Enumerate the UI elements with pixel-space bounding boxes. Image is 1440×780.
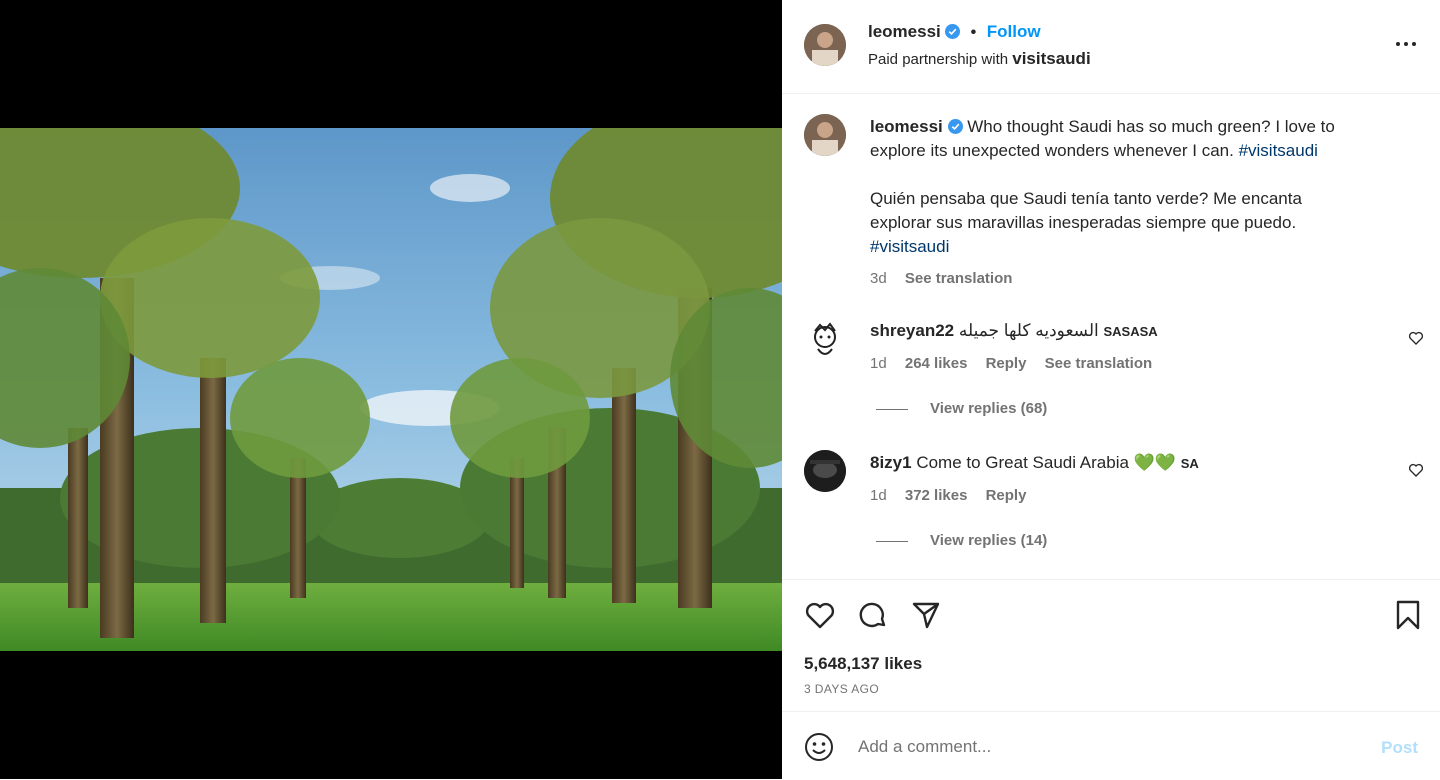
post-actions: 5,648,137 likes 3 DAYS AGO (782, 579, 1440, 712)
comment-text: Come to Great Saudi Arabia (916, 453, 1129, 472)
reply-button[interactable]: Reply (986, 355, 1027, 372)
comment-input[interactable] (856, 730, 1360, 764)
caption: leomessi Who thought Saudi has so much g… (870, 115, 1410, 291)
separator-dot: • (970, 24, 977, 41)
partnership-prefix: Paid partnership with (868, 51, 1009, 68)
palm-grove-image (0, 128, 782, 651)
post-media[interactable] (0, 0, 782, 779)
author-avatar[interactable] (804, 24, 846, 66)
comment-username[interactable]: shreyan22 (870, 321, 954, 340)
partner-link[interactable]: visitsaudi (1012, 49, 1090, 68)
comment-like-icon[interactable] (1408, 330, 1424, 346)
caption-es-line1: Quién pensaba que Saudi tenía tanto verd… (870, 189, 1302, 208)
caption-hashtag[interactable]: #visitsaudi (1239, 141, 1318, 160)
post-detail-panel: leomessi • Follow Paid partnership with … (782, 0, 1440, 779)
comment-icon[interactable] (857, 599, 889, 631)
view-replies-button[interactable]: View replies (14) (876, 532, 1047, 549)
caption-avatar[interactable] (804, 114, 846, 156)
comment-composer: Post (782, 711, 1440, 780)
view-replies-label[interactable]: View replies (68) (930, 400, 1047, 417)
comment-see-translation[interactable]: See translation (1045, 355, 1153, 372)
flag-emoji: SA (1180, 456, 1199, 471)
share-icon[interactable] (910, 599, 942, 631)
caption-meta: 3d See translation (870, 267, 1410, 291)
verified-icon (945, 24, 961, 39)
likes-count[interactable]: 5,648,137 likes (804, 654, 922, 674)
partnership-line: Paid partnership with visitsaudi (868, 49, 1091, 69)
author-username[interactable]: leomessi (868, 22, 941, 41)
emoji-icon[interactable] (804, 732, 834, 762)
green-heart-emojis: 💚💚 (1133, 453, 1177, 472)
replies-line (876, 408, 908, 410)
like-icon[interactable] (804, 599, 836, 631)
comment-time[interactable]: 1d (870, 487, 887, 504)
comment: shreyan22 السعوديه كلها جميله SASASA 1d … (870, 319, 1370, 376)
view-replies-button[interactable]: View replies (68) (876, 400, 1047, 417)
caption-text-line1: Who thought Saudi has so much green? I l… (967, 117, 1335, 136)
comment-meta: 1d 264 likes Reply See translation (870, 352, 1370, 376)
flag-emoji: SASASA (1103, 324, 1158, 339)
follow-button[interactable]: Follow (987, 22, 1041, 41)
reply-button[interactable]: Reply (986, 487, 1027, 504)
caption-text-line2: explore its unexpected wonders whenever … (870, 141, 1234, 160)
view-replies-label[interactable]: View replies (14) (930, 532, 1047, 549)
post-header: leomessi • Follow Paid partnership with … (782, 0, 1440, 94)
caption-es-hashtag[interactable]: #visitsaudi (870, 235, 1410, 259)
comment-username[interactable]: 8izy1 (870, 453, 912, 472)
comment-text: السعوديه كلها جميله (958, 321, 1099, 340)
replies-line (876, 540, 908, 542)
caption-es-line2: explorar sus maravillas inesperadas siem… (870, 213, 1297, 232)
comment-likes[interactable]: 372 likes (905, 487, 968, 504)
more-icon[interactable] (1394, 34, 1418, 54)
caption-time[interactable]: 3d (870, 270, 887, 287)
verified-icon (947, 119, 963, 134)
post-date[interactable]: 3 DAYS AGO (804, 682, 879, 696)
comment-time[interactable]: 1d (870, 355, 887, 372)
comment: 8izy1 Come to Great Saudi Arabia 💚💚 SA 1… (870, 451, 1370, 508)
comment-avatar[interactable] (804, 450, 846, 492)
caption-see-translation[interactable]: See translation (905, 270, 1013, 287)
comment-like-icon[interactable] (1408, 462, 1424, 478)
comment-meta: 1d 372 likes Reply (870, 484, 1370, 508)
save-icon[interactable] (1392, 599, 1424, 631)
comment-avatar[interactable] (804, 319, 846, 361)
comment-likes[interactable]: 264 likes (905, 355, 968, 372)
post-button[interactable]: Post (1381, 738, 1418, 758)
caption-username[interactable]: leomessi (870, 117, 943, 136)
